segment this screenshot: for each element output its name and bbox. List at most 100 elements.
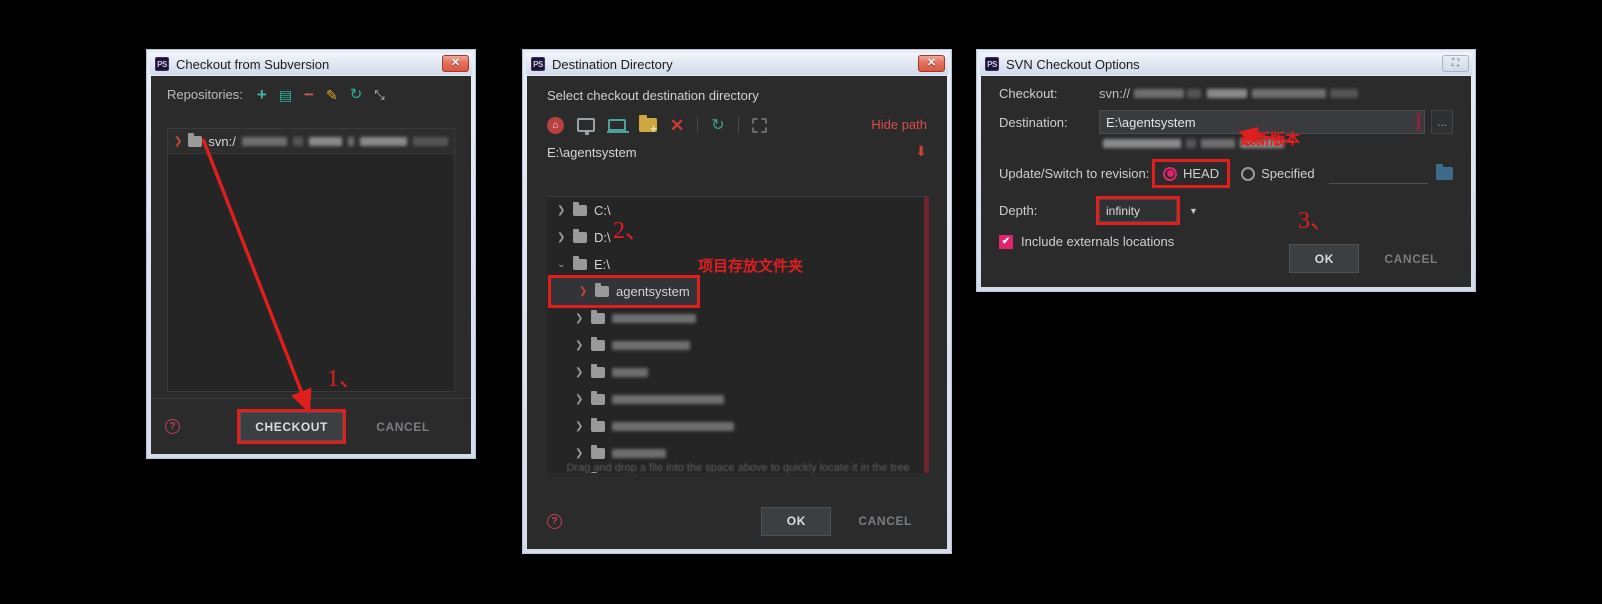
depth-label: Depth: [999, 203, 1038, 218]
desktop-icon[interactable] [577, 118, 595, 135]
window-frame: PS Destination Directory ✕ Select checko… [522, 49, 952, 554]
options-form: Checkout: svn:// Destination: E:\agentsy… [981, 76, 1471, 249]
redacted-text [612, 395, 724, 404]
radio-on-icon [1163, 166, 1177, 181]
window-title: Checkout from Subversion [176, 56, 330, 72]
delete-icon[interactable]: ✕ [670, 117, 684, 134]
home-icon[interactable]: ⌂ [547, 116, 564, 134]
chevron-right-icon[interactable]: ❯ [557, 205, 566, 216]
chevron-down-icon[interactable]: ⌄ [557, 259, 566, 270]
chevron-right-icon[interactable]: ❯ [575, 394, 584, 405]
new-folder-icon[interactable] [639, 115, 657, 134]
download-icon[interactable]: ⬇ [915, 143, 927, 160]
window-title: Destination Directory [552, 56, 673, 72]
cancel-button[interactable]: CANCEL [361, 412, 445, 441]
radio-specified[interactable]: Specified [1241, 166, 1315, 181]
destination-suggestion-row [999, 139, 1453, 148]
tree-item[interactable]: ❯ [547, 413, 929, 440]
help-icon[interactable]: ? [547, 513, 562, 529]
list-item[interactable]: ❯ svn:/ [168, 129, 454, 154]
folder-icon [591, 364, 605, 378]
chevron-right-icon[interactable]: ❯ [174, 136, 182, 147]
folder-icon [595, 283, 609, 297]
checkout-url-prefix: svn:// [1099, 86, 1131, 101]
chevron-right-icon[interactable]: ❯ [575, 421, 584, 432]
redacted-text [1103, 139, 1181, 148]
depth-select[interactable]: infinity [1099, 199, 1177, 222]
close-icon[interactable]: ⛶ [1442, 55, 1469, 72]
revision-input[interactable] [1328, 164, 1428, 184]
checkout-from-subversion-dialog: PS Checkout from Subversion ✕ Repositori… [146, 49, 476, 459]
chevron-down-icon[interactable]: ▼ [1189, 206, 1198, 216]
title-bar[interactable]: PS Checkout from Subversion ✕ [150, 53, 472, 75]
destination-row: Destination: E:\agentsystem ... [999, 110, 1453, 134]
radio-head-label: HEAD [1183, 166, 1220, 181]
tree-item[interactable]: ❯ C:\ [547, 197, 929, 224]
chevron-right-icon[interactable]: ❯ [579, 286, 588, 297]
repository-list[interactable]: ❯ svn:/ [167, 128, 455, 392]
screenshot-root: PS Checkout from Subversion ✕ Repositori… [0, 0, 1602, 604]
checkout-button[interactable]: CHECKOUT [237, 409, 346, 444]
folder-icon [573, 202, 587, 216]
destination-input[interactable]: E:\agentsystem [1099, 110, 1425, 134]
refresh-icon[interactable]: ↻ [711, 115, 724, 135]
title-bar[interactable]: PS Destination Directory ✕ [526, 53, 948, 75]
collapse-icon[interactable]: ⤡ [374, 88, 384, 101]
tree-item[interactable]: ⌄ E:\ [547, 251, 929, 278]
redacted-text [612, 314, 696, 323]
redacted-text [413, 136, 448, 146]
folder-icon [188, 132, 203, 147]
radio-head[interactable]: HEAD [1151, 159, 1231, 188]
tree-item[interactable]: ❯ [547, 386, 929, 413]
tree-item[interactable]: ❯ [547, 359, 929, 386]
remove-icon[interactable]: − [304, 86, 314, 103]
select-icon[interactable] [751, 117, 767, 133]
folder-icon[interactable] [1436, 164, 1453, 180]
redacted-text [360, 136, 408, 146]
add-icon[interactable]: + [257, 86, 267, 103]
title-bar[interactable]: PS SVN Checkout Options ⛶ [980, 53, 1472, 75]
edit-icon[interactable]: ✎ [326, 88, 338, 102]
copy-icon[interactable]: ▤ [279, 88, 292, 102]
radio-specified-label: Specified [1261, 166, 1315, 181]
cancel-button[interactable]: CANCEL [843, 506, 927, 536]
tree-item[interactable]: ❯ agentsystem [551, 278, 697, 305]
close-icon[interactable]: ✕ [918, 55, 945, 72]
drag-drop-hint: Drag and drop a file into the space abov… [566, 462, 910, 473]
tree-item-label: agentsystem [616, 284, 690, 299]
ok-button[interactable]: OK [1289, 244, 1360, 273]
dialog-body: Select checkout destination directory ⌂ … [527, 76, 947, 549]
redacted-text [1252, 89, 1327, 98]
path-value: E:\agentsystem [547, 145, 637, 160]
chevron-right-icon[interactable]: ❯ [575, 340, 584, 351]
chevron-right-icon[interactable]: ❯ [557, 232, 566, 243]
tree-item[interactable]: ❯ [547, 305, 929, 332]
close-icon[interactable]: ✕ [442, 55, 469, 72]
redacted-text [1186, 139, 1196, 148]
redacted-text [308, 136, 342, 146]
hide-path-link[interactable]: Hide path [871, 117, 927, 132]
chevron-right-icon[interactable]: ❯ [575, 367, 584, 378]
dialog2-button-bar: ? OK CANCEL [527, 493, 947, 549]
tree-item[interactable]: ❯ D:\ [547, 224, 929, 251]
help-icon[interactable]: ? [165, 419, 180, 434]
tree-scrollbar[interactable] [924, 197, 929, 473]
redacted-text [1187, 89, 1202, 98]
chevron-right-icon[interactable]: ❯ [575, 313, 584, 324]
directory-tree[interactable]: ❯C:\❯D:\⌄E:\❯agentsystem❯❯❯❯❯❯❯❯F:\ Drag… [547, 196, 929, 473]
left-gutter [0, 0, 150, 604]
tree-item[interactable]: ❯ [547, 332, 929, 359]
checkout-label: Checkout: [999, 86, 1058, 101]
repo-url-prefix: svn:/ [208, 133, 236, 149]
laptop-icon[interactable] [607, 119, 629, 133]
browse-button[interactable]: ... [1431, 110, 1453, 134]
chevron-right-icon[interactable]: ❯ [575, 448, 584, 459]
divider [737, 117, 739, 133]
destination-value: E:\agentsystem [1106, 114, 1196, 130]
redacted-text [347, 136, 354, 146]
cancel-button[interactable]: CANCEL [1369, 244, 1453, 273]
redacted-text [1240, 139, 1284, 148]
include-externals-checkbox[interactable]: ✔ [999, 234, 1013, 249]
refresh-icon[interactable]: ↻ [350, 87, 363, 102]
ok-button[interactable]: OK [761, 506, 832, 536]
